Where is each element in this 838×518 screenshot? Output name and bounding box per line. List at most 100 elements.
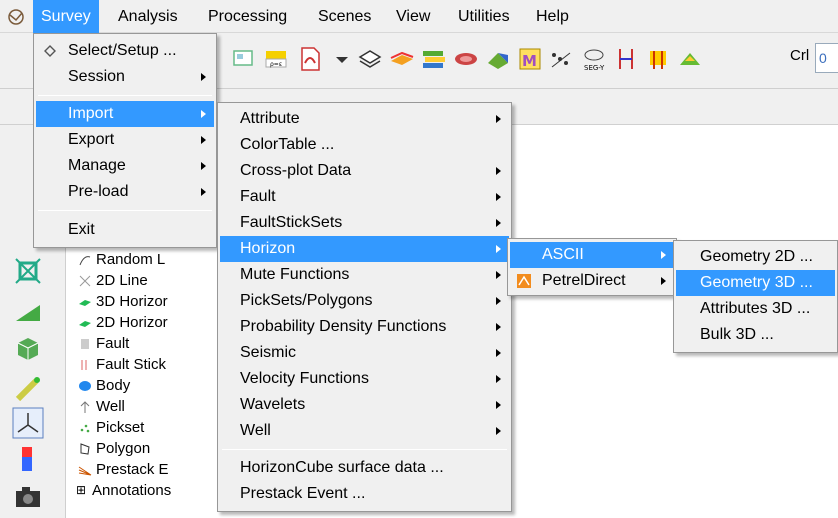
- select-setup-icon: [44, 45, 56, 57]
- menu-item-crossplot-data[interactable]: Cross-plot Data: [220, 158, 509, 184]
- wells-icon[interactable]: [612, 45, 640, 73]
- submenu-arrow-icon: [496, 167, 501, 175]
- 2d-line-icon: [79, 275, 91, 287]
- m-icon[interactable]: M: [516, 45, 544, 73]
- submenu-arrow-icon: [496, 193, 501, 201]
- tracking-icon[interactable]: [12, 255, 44, 287]
- menu-utilities[interactable]: Utilities: [450, 0, 518, 33]
- pdf-icon[interactable]: [296, 45, 324, 73]
- submenu-arrow-icon: [496, 323, 501, 331]
- menu-item-wavelets[interactable]: Wavelets: [220, 392, 509, 418]
- pickset-icon: [80, 424, 90, 433]
- cube-icon[interactable]: [12, 333, 44, 365]
- colorbar-icon[interactable]: [12, 443, 44, 475]
- app-logo-icon: [8, 9, 24, 25]
- submenu-arrow-icon: [496, 375, 501, 383]
- menu-bar: Survey Analysis Processing Scenes View U…: [0, 0, 838, 33]
- menu-item-ascii[interactable]: ASCII: [510, 242, 674, 268]
- menu-item-picksets-polygons[interactable]: PickSets/Polygons: [220, 288, 509, 314]
- submenu-arrow-icon: [496, 427, 501, 435]
- menu-item-velocity-functions[interactable]: Velocity Functions: [220, 366, 509, 392]
- menu-item-mute-functions[interactable]: Mute Functions: [220, 262, 509, 288]
- layers-icon[interactable]: [356, 45, 384, 73]
- prestack-icon: [78, 466, 92, 476]
- submenu-arrow-icon: [496, 219, 501, 227]
- menu-item-geometry-2d[interactable]: Geometry 2D ...: [676, 244, 835, 270]
- submenu-arrow-icon: [661, 251, 666, 259]
- random-line-icon: [79, 256, 91, 266]
- submenu-arrow-icon: [496, 271, 501, 279]
- menu-item-preload[interactable]: Pre-load: [36, 179, 214, 205]
- submenu-arrow-icon: [661, 277, 666, 285]
- survey-menu: Select/Setup ... Session Import Export M…: [33, 33, 217, 248]
- menu-item-export[interactable]: Export: [36, 127, 214, 153]
- basemap-icon[interactable]: [230, 45, 258, 73]
- menu-item-geometry-3d[interactable]: Geometry 3D ...: [676, 270, 835, 296]
- svg-text:SEG-Y: SEG-Y: [584, 64, 605, 72]
- menu-item-attributes-3d[interactable]: Attributes 3D ...: [676, 296, 835, 322]
- 2d-horizon-icon: [79, 321, 91, 327]
- horizon-icon[interactable]: [388, 45, 416, 73]
- menu-item-horizon[interactable]: Horizon: [220, 236, 509, 262]
- import-submenu: Attribute ColorTable ... Cross-plot Data…: [217, 102, 512, 512]
- ascii-submenu: Geometry 2D ... Geometry 3D ... Attribut…: [673, 240, 838, 353]
- menu-help[interactable]: Help: [528, 0, 577, 33]
- menu-item-session[interactable]: Session: [36, 64, 214, 90]
- scatter-icon[interactable]: [548, 45, 576, 73]
- submenu-arrow-icon: [496, 401, 501, 409]
- dropdown-arrow-icon[interactable]: [328, 45, 356, 73]
- petrel-icon: [517, 274, 531, 288]
- menu-item-select-setup[interactable]: Select/Setup ...: [36, 38, 214, 64]
- svg-text:M: M: [522, 52, 537, 70]
- surface-icon[interactable]: [676, 45, 704, 73]
- menu-separator: [38, 210, 212, 211]
- menu-item-colortable[interactable]: ColorTable ...: [220, 132, 509, 158]
- wand-icon[interactable]: [12, 373, 44, 405]
- submenu-arrow-icon: [496, 349, 501, 357]
- volume-icon[interactable]: [452, 45, 480, 73]
- formula-icon[interactable]: ρ=ε: [262, 45, 290, 73]
- color-cube-icon[interactable]: [484, 45, 512, 73]
- stratigraphy-icon[interactable]: [420, 45, 448, 73]
- menu-item-faultsticksets[interactable]: FaultStickSets: [220, 210, 509, 236]
- segy-icon[interactable]: SEG-Y: [580, 45, 608, 73]
- expand-icon[interactable]: ⊞: [76, 480, 86, 501]
- menu-item-manage[interactable]: Manage: [36, 153, 214, 179]
- crossline-input[interactable]: 0: [815, 43, 838, 73]
- submenu-arrow-icon: [496, 245, 501, 253]
- submenu-arrow-icon: [201, 162, 206, 170]
- polygon-icon: [80, 443, 90, 455]
- menu-item-horizoncube-surface-data[interactable]: HorizonCube surface data ...: [220, 455, 509, 481]
- svg-text:ρ=ε: ρ=ε: [270, 61, 282, 68]
- well-icon: [80, 401, 90, 413]
- menu-item-probability-density-functions[interactable]: Probability Density Functions: [220, 314, 509, 340]
- menu-item-seismic[interactable]: Seismic: [220, 340, 509, 366]
- menu-scenes[interactable]: Scenes: [310, 0, 379, 33]
- axes-icon[interactable]: [12, 407, 44, 439]
- menu-item-prestack-event[interactable]: Prestack Event ...: [220, 481, 509, 507]
- menu-item-bulk-3d[interactable]: Bulk 3D ...: [676, 322, 835, 348]
- menu-item-petreldirect[interactable]: PetrelDirect: [510, 268, 674, 294]
- menu-separator: [38, 95, 212, 96]
- submenu-arrow-icon: [201, 73, 206, 81]
- menu-analysis[interactable]: Analysis: [110, 0, 186, 33]
- menu-separator: [222, 449, 507, 450]
- fault-stick-icon: [81, 360, 87, 370]
- menu-view[interactable]: View: [388, 0, 438, 33]
- menu-processing[interactable]: Processing: [200, 0, 295, 33]
- submenu-arrow-icon: [201, 188, 206, 196]
- menu-item-exit[interactable]: Exit: [36, 217, 214, 243]
- plane-icon[interactable]: [12, 295, 44, 327]
- submenu-arrow-icon: [201, 136, 206, 144]
- menu-survey[interactable]: Survey: [33, 0, 99, 33]
- camera-icon[interactable]: [12, 481, 44, 513]
- flag-icon[interactable]: [644, 45, 672, 73]
- menu-item-fault[interactable]: Fault: [220, 184, 509, 210]
- body-icon: [79, 381, 91, 391]
- submenu-arrow-icon: [201, 110, 206, 118]
- menu-item-well[interactable]: Well: [220, 418, 509, 444]
- menu-item-import[interactable]: Import: [36, 101, 214, 127]
- submenu-arrow-icon: [496, 297, 501, 305]
- menu-item-attribute[interactable]: Attribute: [220, 106, 509, 132]
- horizon-submenu: ASCII PetrelDirect: [507, 238, 677, 296]
